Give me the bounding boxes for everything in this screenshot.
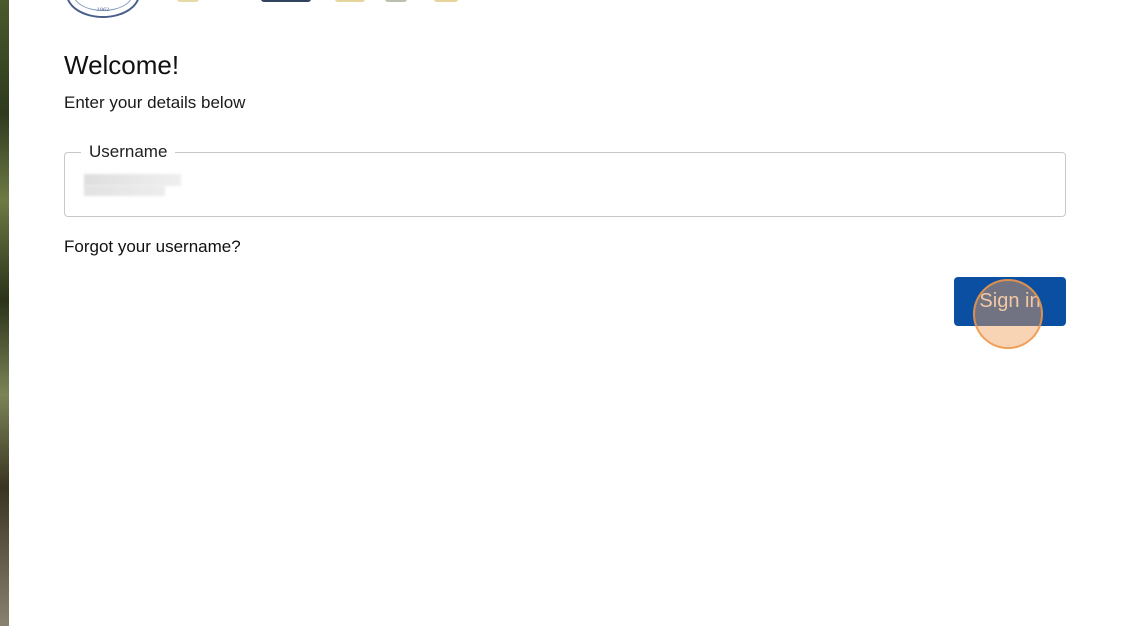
username-field[interactable]: Username xyxy=(64,141,1066,217)
page-subtitle: Enter your details below xyxy=(64,93,246,112)
background-image-strip xyxy=(0,0,9,626)
institution-logo: 1962 xyxy=(66,0,140,18)
header-title-fragment xyxy=(177,0,199,2)
header-title-fragment xyxy=(261,0,311,2)
sign-in-label: Sign in xyxy=(979,290,1041,312)
logo-year: 1962 xyxy=(96,7,110,13)
forgot-username-link[interactable]: Forgot your username? xyxy=(64,236,241,258)
username-label: Username xyxy=(81,141,176,163)
page-title: Welcome! xyxy=(64,50,180,80)
header-title-fragment xyxy=(434,0,458,2)
redaction-blur xyxy=(84,185,165,196)
sign-in-button[interactable]: Sign in xyxy=(954,277,1066,326)
login-page: 1962 Welcome! Enter your details below U… xyxy=(9,0,1122,626)
username-value-redacted[interactable] xyxy=(84,174,182,198)
header-title-fragment xyxy=(335,0,365,2)
header-title-fragment xyxy=(385,0,407,2)
